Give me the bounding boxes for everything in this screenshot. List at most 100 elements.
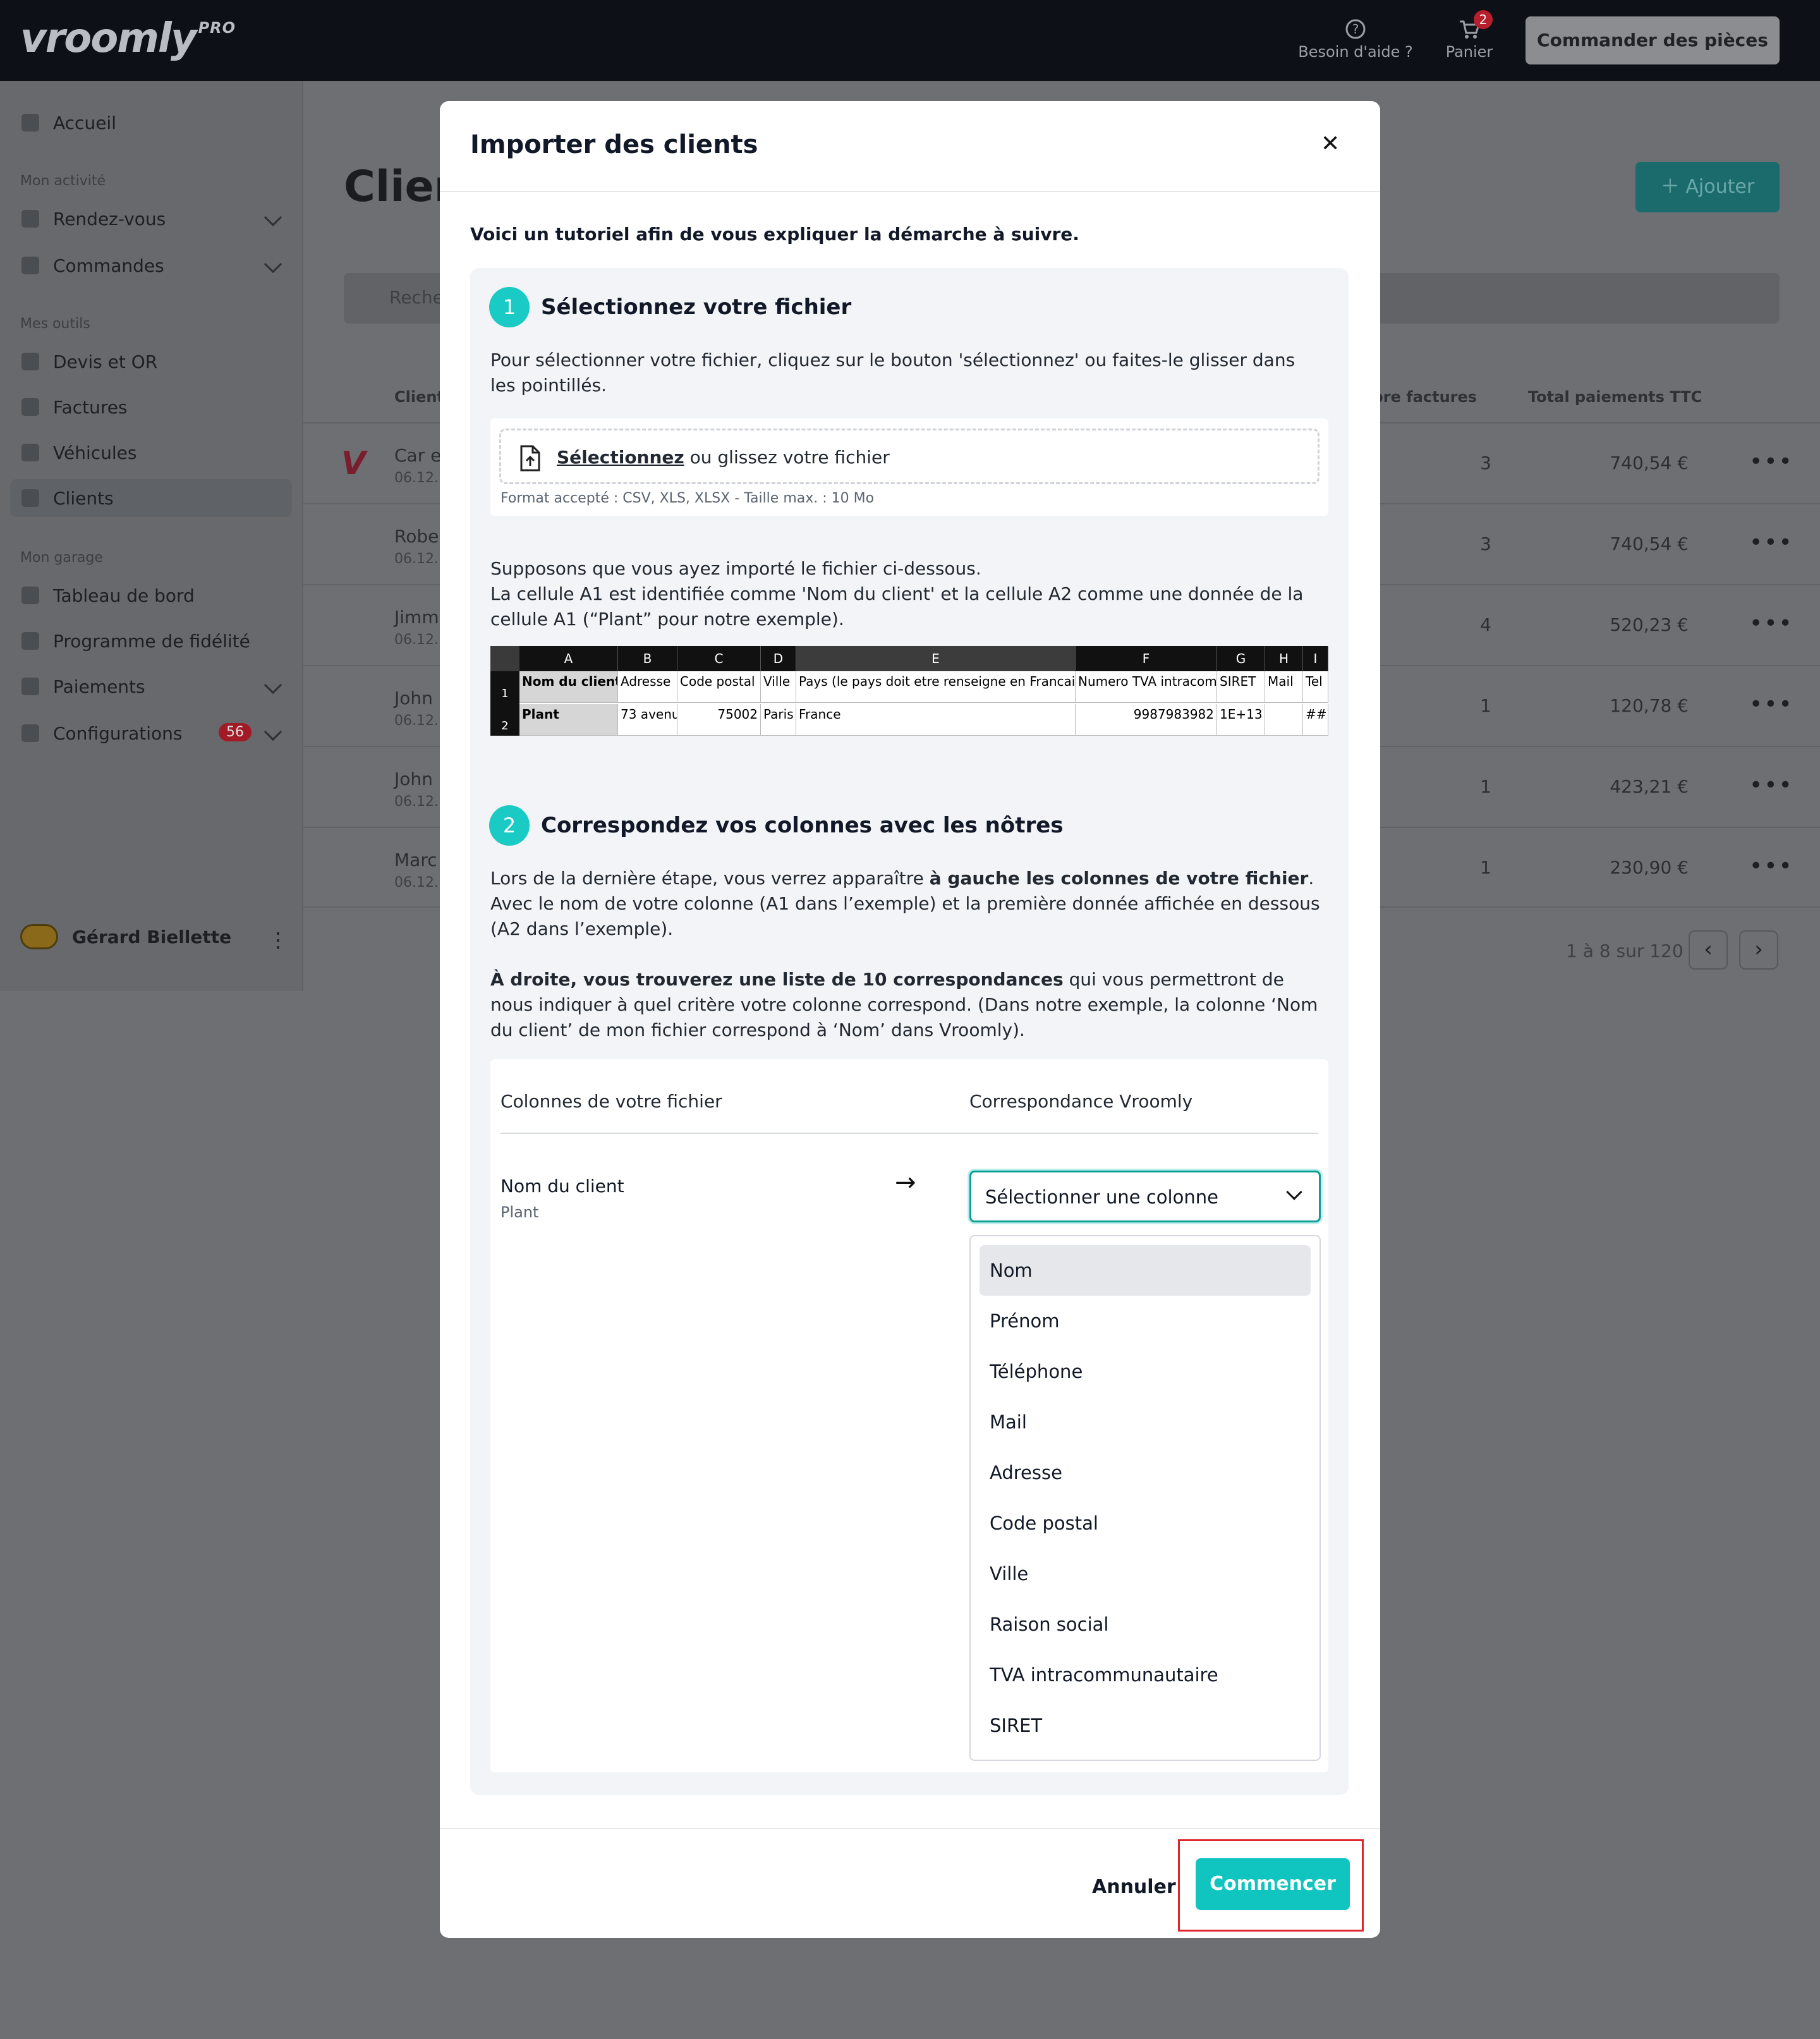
chevron-down-icon xyxy=(264,208,282,227)
option-mail[interactable]: Mail xyxy=(980,1397,1311,1447)
user-profile[interactable]: Gérard Biellette xyxy=(20,924,231,949)
option-tva[interactable]: TVA intracommunautaire xyxy=(980,1650,1311,1700)
step-1-title: Sélectionnez votre fichier xyxy=(541,295,852,320)
cart-link[interactable]: 2 Panier xyxy=(1435,10,1504,61)
option-ville[interactable]: Ville xyxy=(980,1549,1311,1599)
sheet-cell: Code postal xyxy=(677,671,761,703)
step-2-title: Correspondez vos colonnes avec les nôtre… xyxy=(541,813,1064,838)
option-prenom[interactable]: Prénom xyxy=(980,1296,1311,1346)
nav-home[interactable]: Accueil xyxy=(10,104,292,142)
sheet-col-header: A xyxy=(519,646,618,671)
question-icon: ? xyxy=(1345,19,1366,39)
more-icon[interactable]: ••• xyxy=(1749,691,1793,717)
chevron-down-icon xyxy=(1286,1184,1302,1200)
sidebar: Accueil Mon activité Rendez-vous Command… xyxy=(0,81,303,991)
sheet-cell: SIRET xyxy=(1217,671,1265,703)
step-1-text: Pour sélectionner votre fichier, cliquez… xyxy=(490,350,1295,396)
option-siret[interactable]: SIRET xyxy=(980,1700,1311,1751)
sheet-cell: Tel xyxy=(1303,671,1328,703)
sheet-col-header: G xyxy=(1217,646,1265,671)
sheet-cell: Plant xyxy=(519,704,618,736)
option-code-postal[interactable]: Code postal xyxy=(980,1498,1311,1549)
more-icon[interactable]: ••• xyxy=(1749,611,1793,636)
option-telephone[interactable]: Téléphone xyxy=(980,1346,1311,1397)
option-nom[interactable]: Nom xyxy=(980,1245,1311,1296)
nav-clients[interactable]: Clients xyxy=(10,479,292,517)
sheet-row-number: 1 xyxy=(490,671,519,704)
sheet-cell: 75002 xyxy=(677,704,761,736)
config-badge: 56 xyxy=(219,723,252,741)
avatar xyxy=(20,924,58,949)
mapping-header-right: Correspondance Vroomly xyxy=(969,1091,1193,1112)
sheet-col-header: C xyxy=(677,646,761,671)
more-icon[interactable]: ••• xyxy=(1749,853,1793,879)
sheet-cell xyxy=(1265,704,1303,736)
sheet-cell: Adresse xyxy=(618,671,677,703)
pagination-text: 1 à 8 sur 120 xyxy=(1566,940,1684,961)
card-icon xyxy=(21,678,39,695)
modal-header: Importer des clients ✕ xyxy=(440,101,1380,192)
file-upload-icon xyxy=(520,445,540,472)
file-dropzone[interactable]: Sélectionnez ou glissez votre fichier xyxy=(499,429,1320,484)
nav-orders[interactable]: Commandes xyxy=(10,247,292,284)
sheet-cell: 9987983982 xyxy=(1076,704,1217,736)
option-adresse[interactable]: Adresse xyxy=(980,1447,1311,1498)
document-icon xyxy=(21,353,39,370)
mapping-header-left: Colonnes de votre fichier xyxy=(500,1091,722,1112)
chevron-down-icon xyxy=(264,722,282,741)
sheet-cell: Pays (le pays doit etre renseigne en Fra… xyxy=(796,671,1076,703)
nav-payments[interactable]: Paiements xyxy=(10,667,292,705)
order-parts-button[interactable]: Commander des pièces xyxy=(1526,16,1780,64)
nav-vehicles[interactable]: Véhicules xyxy=(10,434,292,472)
nav-section-activity: Mon activité xyxy=(20,173,106,189)
clients-icon xyxy=(21,489,39,507)
sheet-row-number: 2 xyxy=(490,704,519,736)
nav-section-garage: Mon garage xyxy=(20,550,103,566)
cancel-button[interactable]: Annuler xyxy=(1092,1876,1176,1898)
chevron-down-icon xyxy=(264,676,282,695)
sheet-col-header: B xyxy=(618,646,677,671)
help-link[interactable]: ? Besoin d'aide ? xyxy=(1289,18,1422,61)
more-icon[interactable]: ••• xyxy=(1749,449,1793,475)
spreadsheet-example: A B C D E F G H I 1 2 Nom du client Adre… xyxy=(490,646,1328,736)
sheet-cell: Numero TVA intracom xyxy=(1076,671,1217,703)
nav-loyalty[interactable]: Programme de fidélité xyxy=(10,622,292,660)
highlight-box xyxy=(1178,1839,1364,1932)
modal-intro: Voici un tutoriel afin de vous expliquer… xyxy=(470,224,1079,245)
file-dropzone-wrapper: Sélectionnez ou glissez votre fichier Fo… xyxy=(490,418,1328,516)
more-icon[interactable]: ••• xyxy=(1749,530,1793,556)
close-icon[interactable]: ✕ xyxy=(1321,133,1340,155)
next-page-button[interactable]: › xyxy=(1739,930,1778,970)
prev-page-button[interactable]: ‹ xyxy=(1689,930,1728,970)
col-header-client: Client xyxy=(394,388,444,406)
example-line-2: La cellule A1 est identifiée comme 'Nom … xyxy=(490,583,1304,630)
user-menu-icon[interactable]: ⋮ xyxy=(268,928,288,952)
svg-text:?: ? xyxy=(1352,21,1359,37)
nav-invoices[interactable]: Factures xyxy=(10,388,292,426)
more-icon[interactable]: ••• xyxy=(1749,772,1793,798)
nav-dashboard[interactable]: Tableau de bord xyxy=(10,576,292,614)
vehicle-icon xyxy=(21,444,39,461)
example-line-1: Supposons que vous ayez importé le fichi… xyxy=(490,558,981,579)
nav-rdv[interactable]: Rendez-vous xyxy=(10,200,292,238)
file-format-note: Format accepté : CSV, XLS, XLSX - Taille… xyxy=(500,490,875,506)
sheet-cell: Nom du client xyxy=(519,671,618,703)
column-select[interactable]: Sélectionner une colonne xyxy=(969,1171,1321,1222)
top-bar: vroomly PRO ? Besoin d'aide ? 2 Panier Co… xyxy=(0,0,1820,81)
select-file-link[interactable]: Sélectionnez xyxy=(557,447,684,468)
sheet-col-header: E xyxy=(796,646,1076,671)
modal-title: Importer des clients xyxy=(470,130,758,159)
arrow-right-icon: → xyxy=(895,1168,916,1197)
nav-quotes[interactable]: Devis et OR xyxy=(10,343,292,380)
column-mapping-panel: Colonnes de votre fichier Correspondance… xyxy=(490,1059,1328,1772)
invoice-icon xyxy=(21,398,39,416)
step-1-card: 1 Sélectionnez votre fichier Pour sélect… xyxy=(470,268,1349,865)
nav-config[interactable]: Configurations 56 xyxy=(10,714,292,752)
option-raison-social[interactable]: Raison social xyxy=(980,1599,1311,1650)
add-client-button[interactable]: ＋ Ajouter xyxy=(1635,162,1780,212)
sheet-cell: Ville xyxy=(761,671,796,703)
sheet-cell: 1E+13 xyxy=(1217,704,1265,736)
vroomly-logo[interactable]: vroomly PRO xyxy=(20,15,236,62)
file-column-value: Plant xyxy=(500,1203,539,1221)
sheet-col-header: D xyxy=(761,646,796,671)
